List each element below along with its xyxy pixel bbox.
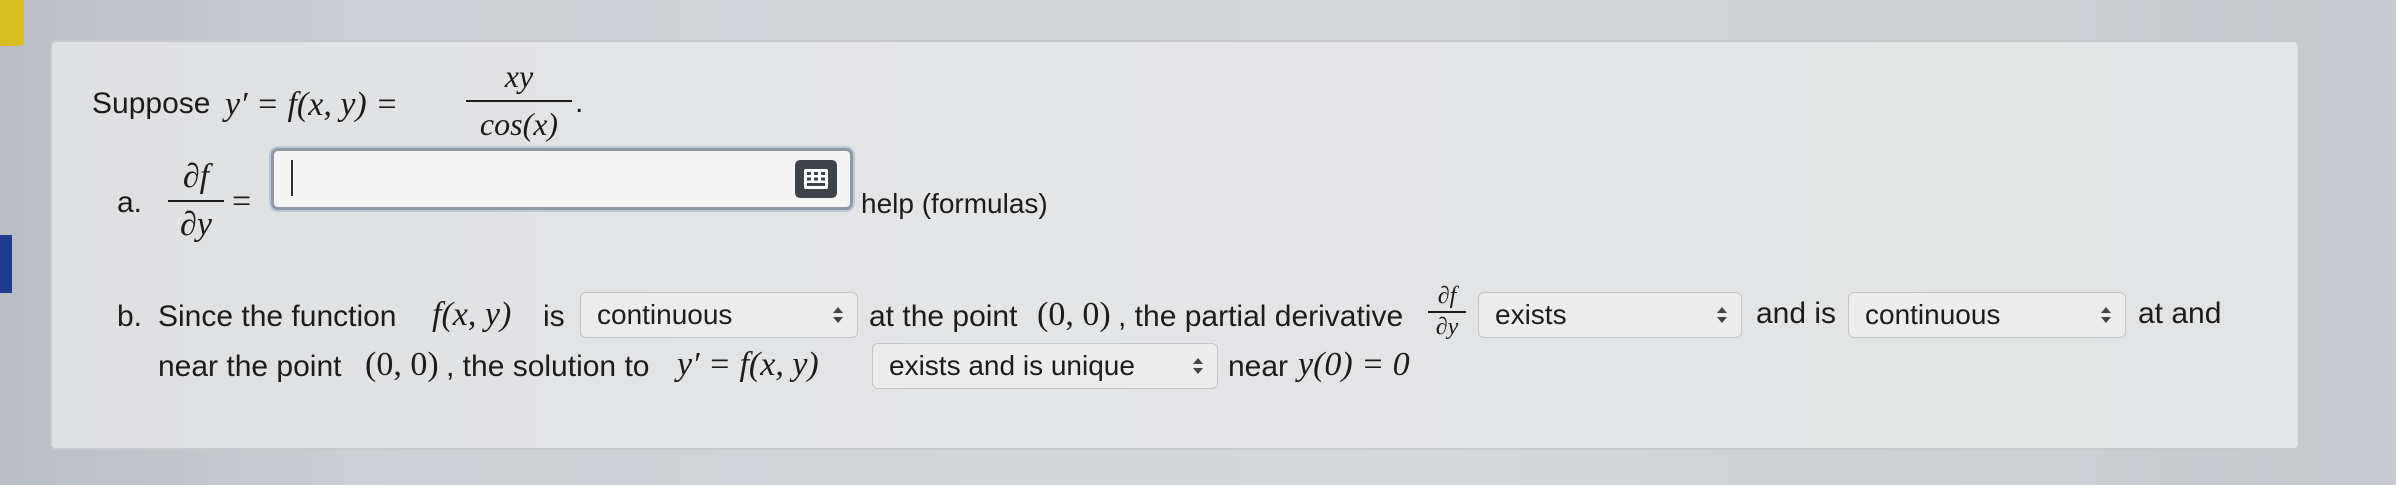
part-b-text-9: near <box>1228 350 1289 383</box>
partial-derivative-fraction: ∂f ∂y <box>1428 284 1466 339</box>
text-caret <box>291 160 293 196</box>
part-b-text-4: , the partial derivative <box>1118 300 1404 333</box>
derivative-continuity-select-value: continuous <box>1865 299 2001 330</box>
part-b-text-8: , the solution to <box>446 350 650 383</box>
ode-equation: y′ = f(x, y) <box>677 346 819 383</box>
intro-period: . <box>575 86 584 119</box>
existence-select[interactable]: exists <box>1478 292 1742 338</box>
keyboard-icon <box>804 169 828 189</box>
part-a-denominator: ∂y <box>180 206 212 243</box>
intro-equation: y′ = f(x, y) = <box>225 86 399 123</box>
solution-select[interactable]: exists and is unique <box>872 343 1218 389</box>
part-b-text-1: Since the function <box>158 300 397 333</box>
continuity-select[interactable]: continuous <box>580 292 858 338</box>
continuity-select-value: continuous <box>597 299 733 330</box>
dropdown-arrows-icon <box>831 302 845 328</box>
initial-condition: y(0) = 0 <box>1298 346 1410 383</box>
dropdown-arrows-icon <box>1715 302 1729 328</box>
dropdown-arrows-icon <box>2099 302 2113 328</box>
part-a-label: a. <box>117 186 143 219</box>
part-b-text-2: is <box>543 300 565 333</box>
existence-select-value: exists <box>1495 299 1567 330</box>
intro-fraction-denominator: cos(x) <box>479 106 559 142</box>
function-fxy: f(x, y) <box>432 296 512 333</box>
side-tab-blue[interactable] <box>0 235 12 293</box>
part-b-label: b. <box>117 300 143 333</box>
point-00-second: (0, 0) <box>365 346 439 383</box>
intro-word: Suppose <box>92 87 211 120</box>
math-keyboard-button[interactable] <box>795 160 837 198</box>
part-a-numerator: ∂f <box>182 158 210 195</box>
part-b-text-6: at and <box>2138 297 2222 330</box>
dropdown-arrows-icon <box>1191 353 1205 379</box>
solution-select-value: exists and is unique <box>889 350 1135 381</box>
derivative-continuity-select[interactable]: continuous <box>1848 292 2126 338</box>
intro-fraction-numerator: xy <box>504 58 534 94</box>
answer-input[interactable] <box>271 148 853 210</box>
part-b-text-5: and is <box>1756 297 1837 330</box>
partial-numerator: ∂f <box>1437 283 1457 309</box>
partial-denominator: ∂y <box>1435 313 1459 340</box>
part-b-text-3: at the point <box>869 300 1018 333</box>
part-b-text-7: near the point <box>158 350 342 383</box>
help-formulas-link[interactable]: help (formulas) <box>861 188 1048 220</box>
part-a-equals: = <box>232 183 252 220</box>
intro-fraction: xy cos(x) <box>466 60 572 140</box>
side-tab-yellow[interactable] <box>0 0 24 46</box>
point-00: (0, 0) <box>1037 296 1111 333</box>
part-a-fraction: ∂f ∂y <box>168 160 224 242</box>
